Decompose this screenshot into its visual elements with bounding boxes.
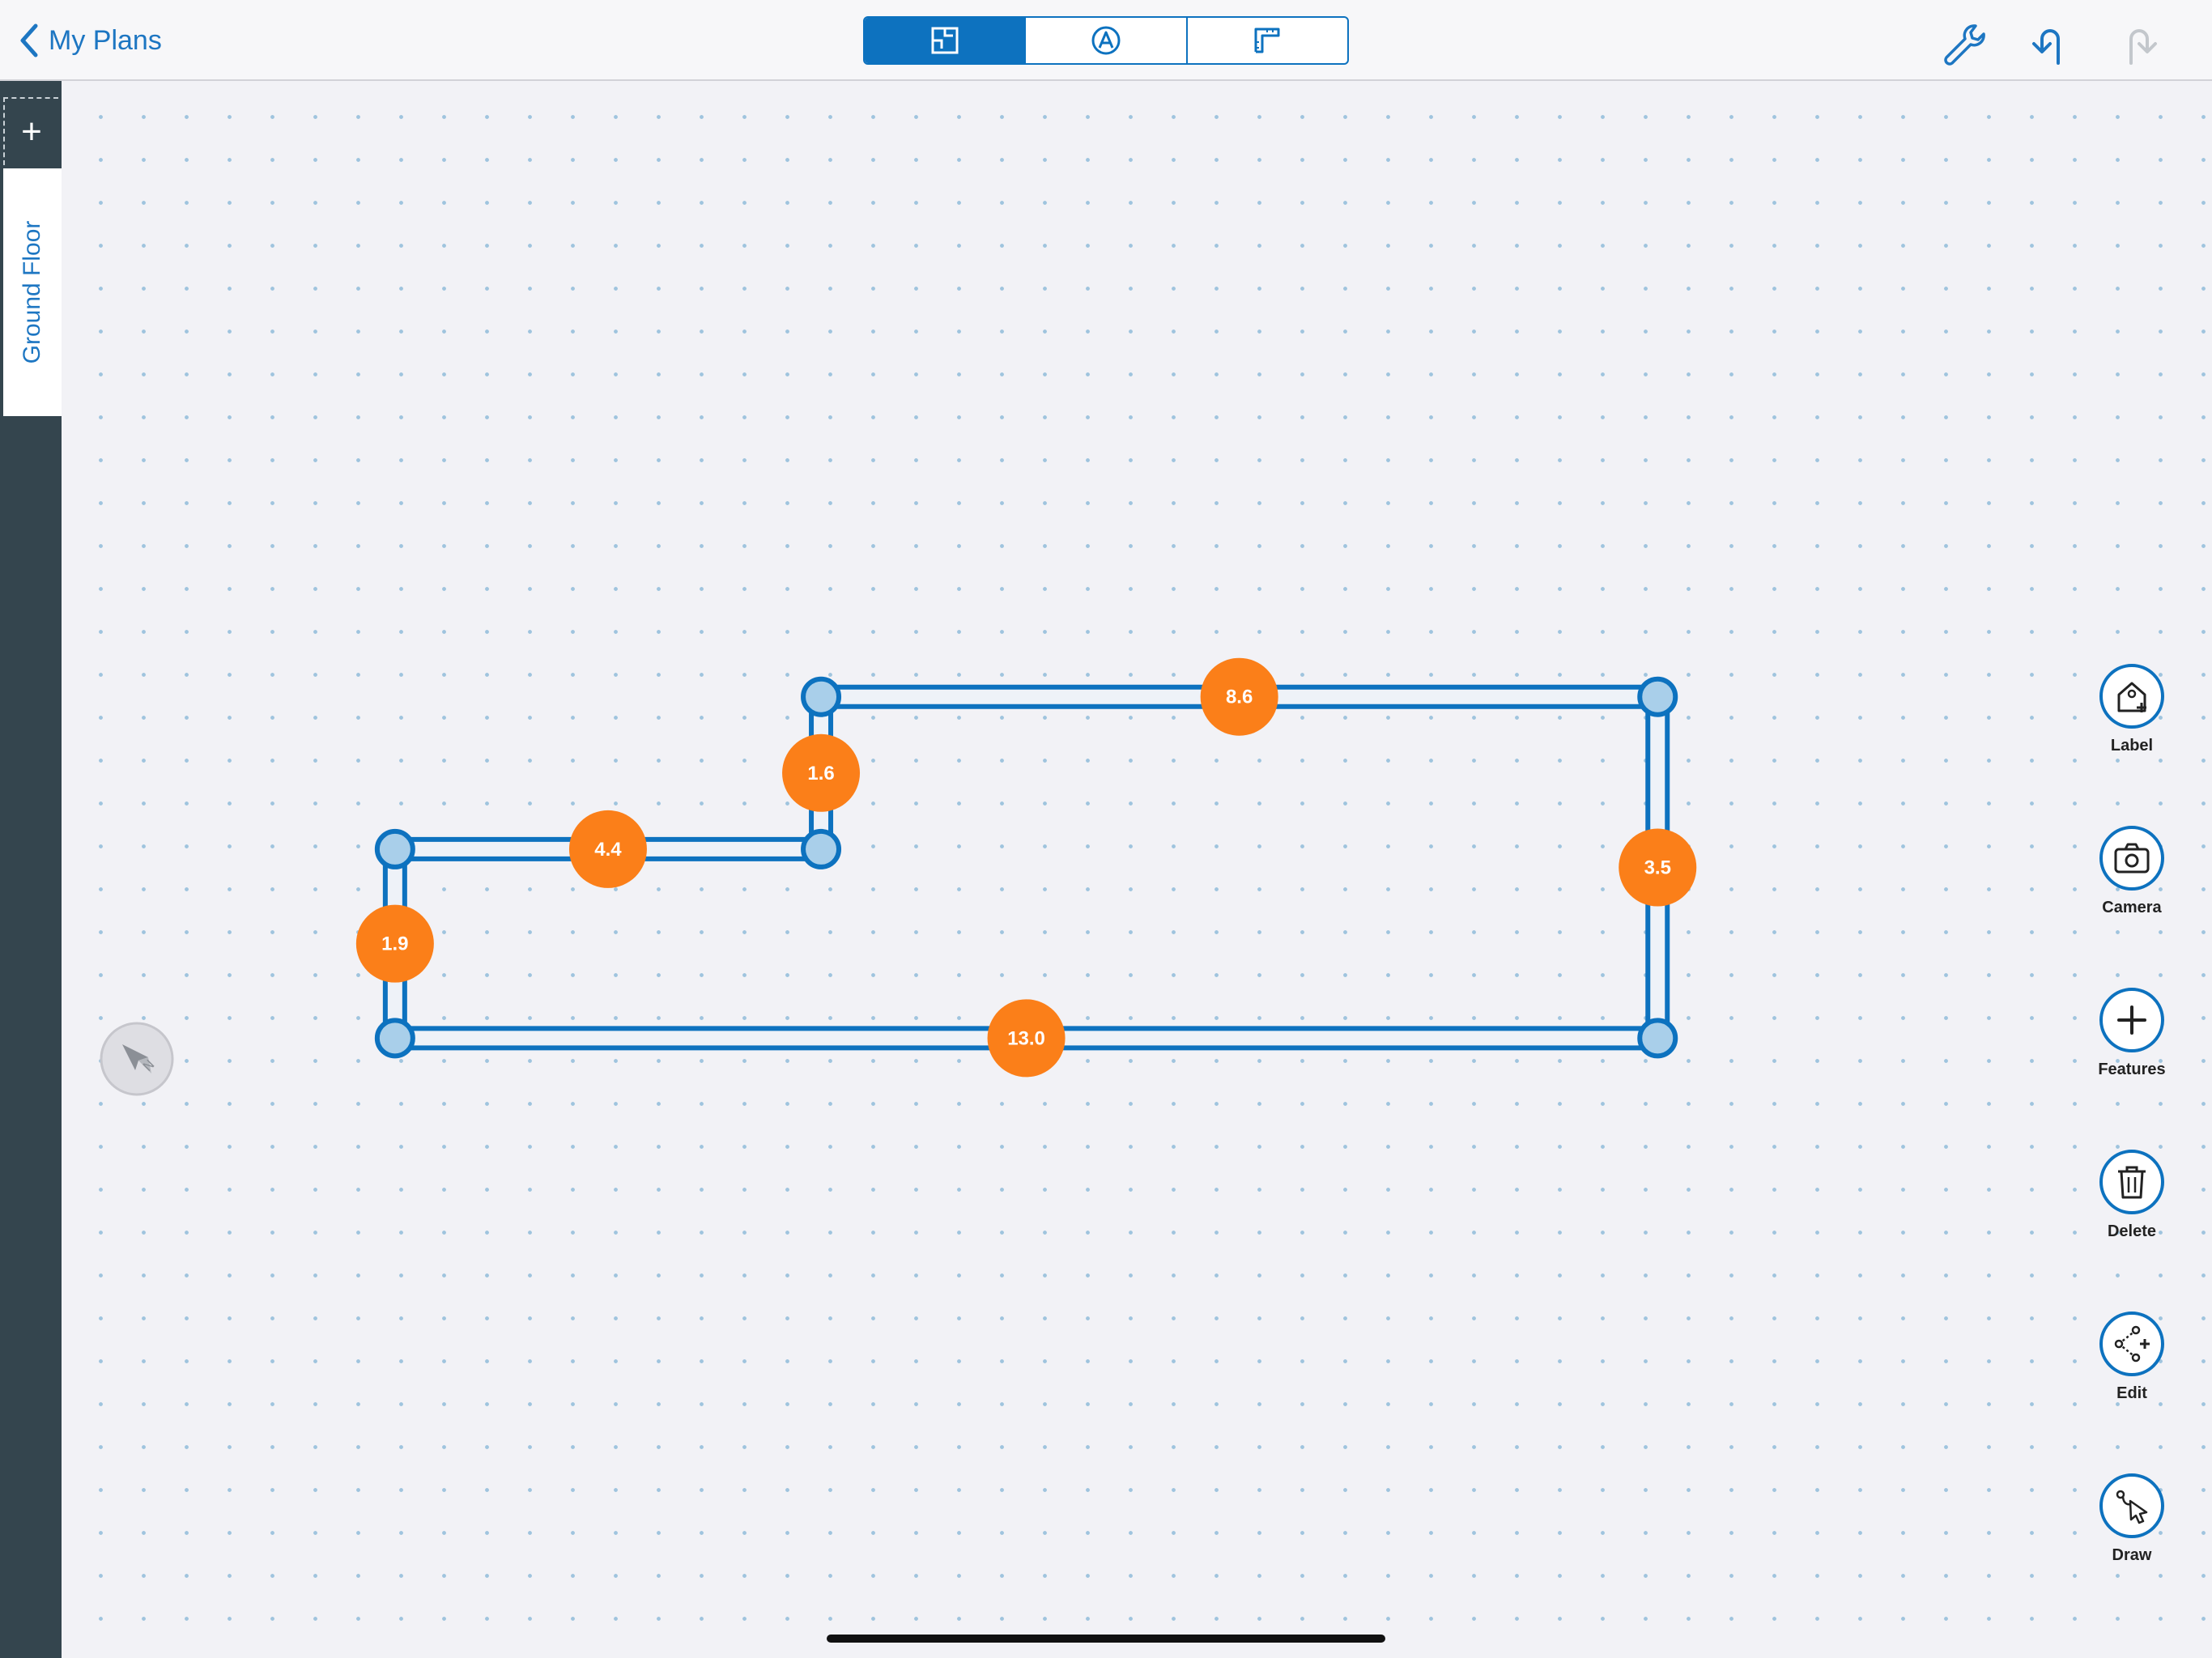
wall-length-label: 8.6 xyxy=(1226,687,1253,708)
wall-node[interactable] xyxy=(801,676,842,717)
wall-length-badge[interactable]: 8.6 xyxy=(1200,657,1278,736)
wall-length-label: 4.4 xyxy=(594,839,622,861)
wall-length-badge[interactable]: 1.6 xyxy=(782,733,861,812)
wall-node[interactable] xyxy=(1637,676,1678,717)
edit-button[interactable]: Edit xyxy=(2095,1312,2168,1403)
features-button[interactable]: Features xyxy=(2095,988,2168,1079)
wall-length-label: 13.0 xyxy=(1007,1027,1045,1049)
camera-button-label: Camera xyxy=(2102,899,2162,916)
wall-length-badge[interactable]: 13.0 xyxy=(987,999,1066,1078)
draw-button-label: Draw xyxy=(2112,1546,2152,1564)
wall-length-label: 3.5 xyxy=(1644,857,1671,879)
wall-length-label: 1.9 xyxy=(381,933,408,955)
camera-icon xyxy=(2114,843,2150,874)
wall-node[interactable] xyxy=(1637,1018,1678,1059)
features-circle xyxy=(2099,988,2164,1052)
label-button-label: Label xyxy=(2110,737,2154,755)
label-button[interactable]: Label xyxy=(2095,664,2168,755)
camera-circle xyxy=(2099,826,2164,891)
floor-plan-drawing: 8.6 3.5 13.0 1.9 4.4 1.6 xyxy=(355,657,1697,1078)
edit-circle xyxy=(2099,1312,2164,1376)
label-house-icon xyxy=(2117,682,2146,712)
delete-circle xyxy=(2099,1150,2164,1214)
draw-button[interactable]: Draw xyxy=(2095,1473,2168,1565)
wall-node[interactable] xyxy=(374,828,415,869)
compass-icon[interactable]: N xyxy=(98,1020,176,1098)
wall-length-badge[interactable]: 1.9 xyxy=(355,904,434,983)
draw-circle xyxy=(2099,1473,2164,1538)
draw-pen-icon xyxy=(2116,1490,2148,1524)
edit-button-label: Edit xyxy=(2116,1384,2147,1402)
wall-length-badge[interactable]: 3.5 xyxy=(1619,828,1697,907)
camera-button[interactable]: Camera xyxy=(2095,826,2168,917)
home-indicator xyxy=(827,1635,1385,1643)
features-button-label: Features xyxy=(2098,1061,2166,1078)
trash-icon xyxy=(2118,1166,2146,1199)
wall-node[interactable] xyxy=(374,1018,415,1059)
wall-length-label: 1.6 xyxy=(807,763,834,784)
plus-icon xyxy=(2117,1005,2146,1035)
edit-nodes-icon xyxy=(2114,1325,2150,1363)
delete-button[interactable]: Delete xyxy=(2095,1150,2168,1241)
wall-length-badge[interactable]: 4.4 xyxy=(568,810,647,888)
wall-node[interactable] xyxy=(801,828,842,869)
label-circle xyxy=(2099,664,2164,729)
delete-button-label: Delete xyxy=(2107,1222,2157,1240)
